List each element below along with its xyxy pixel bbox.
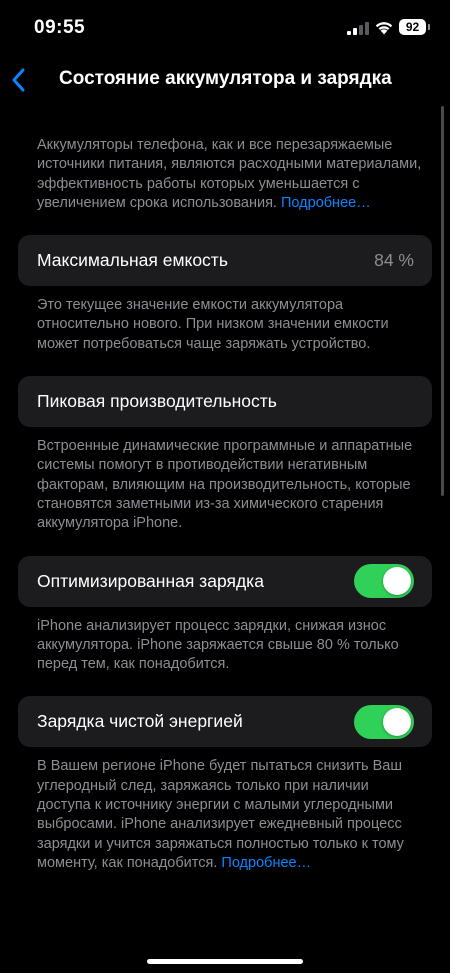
optimized-charging-toggle[interactable]: [354, 564, 414, 599]
toggle-knob: [383, 707, 411, 736]
navigation-bar: Состояние аккумулятора и зарядка: [0, 56, 450, 104]
peak-performance-label: Пиковая производительность: [37, 391, 277, 412]
learn-more-link[interactable]: Подробнее…: [281, 195, 371, 211]
peak-performance-row: Пиковая производительность: [18, 376, 432, 428]
optimized-charging-description: iPhone анализирует процесс зарядки, сниж…: [37, 617, 399, 673]
status-bar: 09:55 92: [0, 0, 450, 56]
cellular-signal-icon: [347, 22, 369, 35]
chevron-left-icon[interactable]: [8, 66, 32, 94]
clean-energy-label: Зарядка чистой энергией: [37, 711, 243, 732]
status-time: 09:55: [34, 17, 86, 38]
settings-content: Аккумуляторы телефона, как и все перезар…: [18, 136, 432, 873]
max-capacity-row: Максимальная емкость 84 %: [18, 235, 432, 287]
max-capacity-description: Это текущее значение емкости аккумулятор…: [37, 297, 389, 352]
intro-description: Аккумуляторы телефона, как и все перезар…: [18, 136, 432, 213]
clean-energy-learn-more-link[interactable]: Подробнее…: [221, 855, 311, 871]
optimized-charging-row: Оптимизированная зарядка: [18, 555, 432, 607]
max-capacity-label: Максимальная емкость: [37, 250, 228, 271]
scroll-indicator[interactable]: [441, 106, 444, 496]
max-capacity-value: 84 %: [374, 250, 414, 271]
home-indicator[interactable]: [147, 959, 303, 964]
clean-energy-description: В Вашем регионе iPhone будет пытаться сн…: [18, 757, 432, 873]
battery-icon: 92: [399, 19, 426, 35]
clean-energy-toggle[interactable]: [354, 704, 414, 739]
peak-performance-description: Встроенные динамические программные и ап…: [37, 438, 413, 532]
toggle-knob: [383, 567, 411, 596]
battery-nub: [428, 24, 430, 30]
optimized-charging-label: Оптимизированная зарядка: [37, 570, 264, 591]
page-title: Состояние аккумулятора и зарядка: [59, 68, 392, 89]
clean-energy-row: Зарядка чистой энергией: [18, 696, 432, 748]
wifi-icon: [375, 22, 393, 35]
